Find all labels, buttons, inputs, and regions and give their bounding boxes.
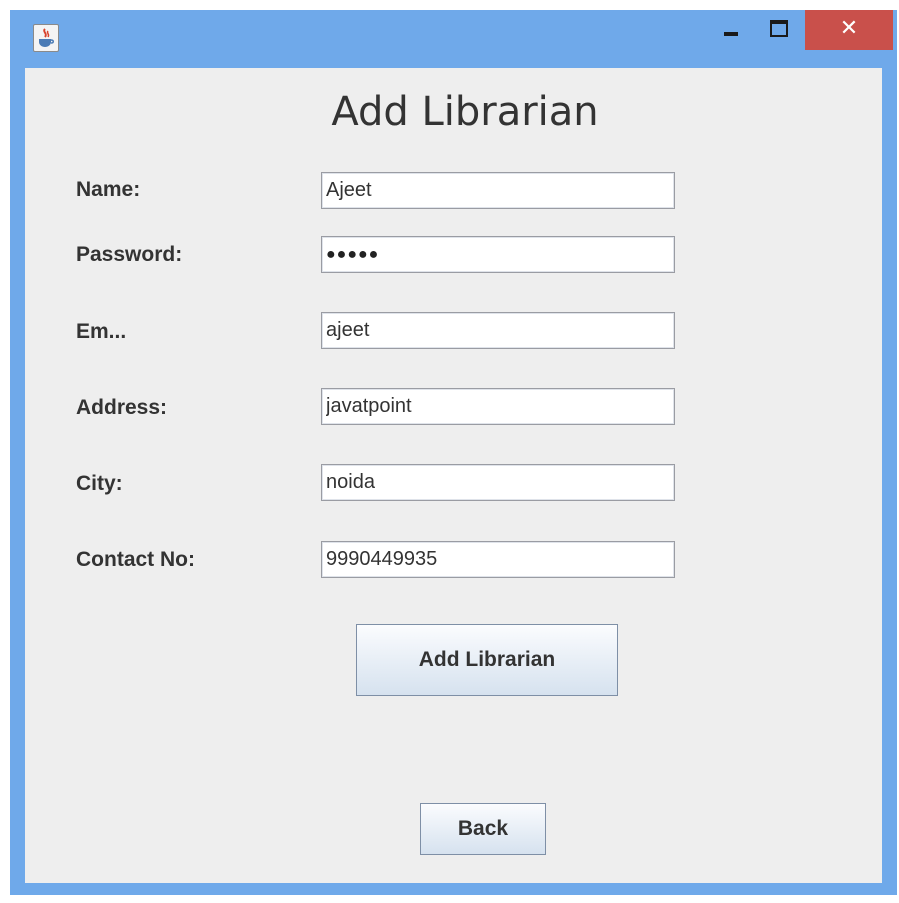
address-label: Address: xyxy=(76,396,168,419)
page-title: Add Librarian xyxy=(331,89,599,135)
contact-field[interactable] xyxy=(321,541,675,578)
back-button[interactable]: Back xyxy=(420,803,546,855)
email-label: Em... xyxy=(76,320,127,343)
password-label: Password: xyxy=(76,243,183,266)
contact-label: Contact No: xyxy=(76,548,195,571)
address-field[interactable] xyxy=(321,388,675,425)
name-label: Name: xyxy=(76,178,141,201)
minimize-icon[interactable] xyxy=(712,10,750,46)
add-librarian-button[interactable]: Add Librarian xyxy=(356,624,618,696)
name-field[interactable] xyxy=(321,172,675,209)
city-label: City: xyxy=(76,472,123,495)
password-field[interactable]: ●●●●● xyxy=(321,236,675,273)
title-bar[interactable]: ✕ xyxy=(10,10,897,68)
close-icon[interactable]: ✕ xyxy=(805,10,893,50)
city-field[interactable] xyxy=(321,464,675,501)
maximize-icon[interactable] xyxy=(760,10,798,46)
email-field[interactable] xyxy=(321,312,675,349)
java-coffee-icon[interactable] xyxy=(33,24,59,52)
form-panel: Add Librarian Name: Password: ●●●●● Em..… xyxy=(25,68,882,883)
app-window: ✕ Add Librarian Name: Password: ●●●●● Em… xyxy=(10,10,897,895)
